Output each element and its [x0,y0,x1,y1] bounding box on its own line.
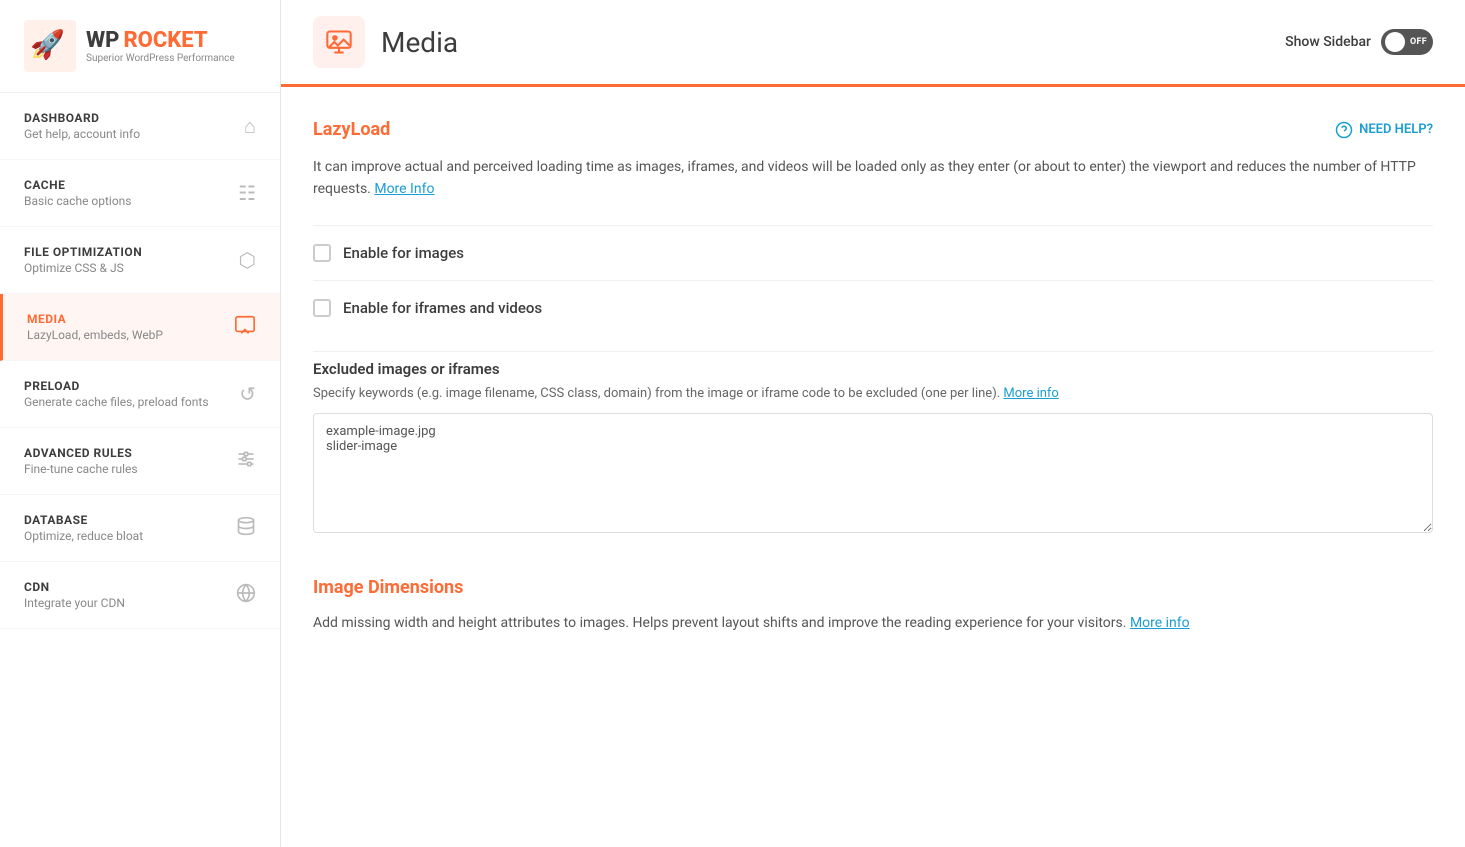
logo-text: WP ROCKET Superior WordPress Performance [86,28,235,64]
sidebar-toggle-label: Show Sidebar [1285,34,1371,50]
advanced-rules-icon [236,449,256,474]
enable-images-label: Enable for images [343,244,464,262]
sidebar-item-advanced-rules[interactable]: ADVANCED RULES Fine-tune cache rules [0,428,280,495]
sidebar-item-cache-title: CACHE [24,178,132,192]
sidebar-item-cache[interactable]: CACHE Basic cache options ☷ [0,160,280,227]
preload-icon: ↺ [239,382,256,406]
sidebar-item-database[interactable]: DATABASE Optimize, reduce bloat [0,495,280,562]
enable-iframes-label: Enable for iframes and videos [343,299,542,317]
enable-iframes-row: Enable for iframes and videos [313,280,1433,335]
toggle-off-label: OFF [1410,37,1427,47]
cdn-icon [236,583,256,608]
logo-wp: WP [86,28,119,53]
image-dimensions-more-info-link[interactable]: More info [1130,615,1190,631]
image-dimensions-section: Image Dimensions Add missing width and h… [313,577,1433,634]
lazyload-more-info-link[interactable]: More Info [374,181,434,197]
sidebar: 🚀 WP ROCKET Superior WordPress Performan… [0,0,281,847]
sidebar-item-preload-title: PRELOAD [24,379,209,393]
page-title: Media [381,26,458,59]
home-icon: ⌂ [244,114,256,139]
sidebar-item-media[interactable]: MEDIA LazyLoad, embeds, WebP [0,294,280,361]
sidebar-item-file-opt-subtitle: Optimize CSS & JS [24,261,142,275]
page-icon-box [313,16,365,68]
sidebar-item-dashboard-subtitle: Get help, account info [24,127,140,141]
need-help-label: NEED HELP? [1359,122,1433,137]
need-help-link[interactable]: NEED HELP? [1335,121,1433,139]
page-header: Media Show Sidebar OFF [281,0,1465,87]
sidebar-item-db-subtitle: Optimize, reduce bloat [24,529,143,543]
image-dimensions-description: Add missing width and height attributes … [313,612,1433,634]
excluded-textarea[interactable] [313,413,1433,533]
sidebar-item-db-title: DATABASE [24,513,143,527]
sidebar-item-adv-subtitle: Fine-tune cache rules [24,462,138,476]
sidebar-item-preload[interactable]: PRELOAD Generate cache files, preload fo… [0,361,280,428]
sidebar-item-adv-title: ADVANCED RULES [24,446,138,460]
sidebar-item-media-title: MEDIA [27,312,163,326]
main-content: Media Show Sidebar OFF LazyLoad NEED HEL… [281,0,1465,847]
lazyload-description: It can improve actual and perceived load… [313,156,1433,201]
sidebar-item-dashboard[interactable]: DASHBOARD Get help, account info ⌂ [0,93,280,160]
sidebar-item-file-optimization[interactable]: FILE OPTIMIZATION Optimize CSS & JS ⬡ [0,227,280,294]
logo-subtitle: Superior WordPress Performance [86,53,235,64]
lazyload-section-header: LazyLoad NEED HELP? [313,119,1433,140]
lazyload-title: LazyLoad [313,119,390,140]
sidebar-item-media-subtitle: LazyLoad, embeds, WebP [27,328,163,342]
content-area: LazyLoad NEED HELP? It can improve actua… [281,87,1465,847]
media-icon [234,314,256,341]
file-opt-icon: ⬡ [239,248,256,272]
excluded-description: Specify keywords (e.g. image filename, C… [313,384,1433,404]
sidebar-item-cdn[interactable]: CDN Integrate your CDN [0,562,280,629]
svg-text:🚀: 🚀 [30,28,65,61]
sidebar-item-cdn-subtitle: Integrate your CDN [24,596,125,610]
sidebar-nav: DASHBOARD Get help, account info ⌂ CACHE… [0,93,280,847]
database-icon [236,516,256,541]
cache-icon: ☷ [238,181,256,205]
help-icon [1335,121,1353,139]
sidebar-toggle-switch[interactable]: OFF [1381,29,1433,55]
sidebar-item-dashboard-title: DASHBOARD [24,111,140,125]
enable-images-checkbox[interactable] [313,244,331,262]
logo-area: 🚀 WP ROCKET Superior WordPress Performan… [0,0,280,93]
sidebar-item-file-opt-title: FILE OPTIMIZATION [24,245,142,259]
sidebar-item-cache-subtitle: Basic cache options [24,194,132,208]
page-title-area: Media [313,16,458,68]
excluded-title: Excluded images or iframes [313,351,1433,378]
enable-images-row: Enable for images [313,225,1433,280]
excluded-section: Excluded images or iframes Specify keywo… [313,351,1433,538]
logo-rocket: ROCKET [123,28,207,53]
excluded-more-info-link[interactable]: More info [1003,386,1058,401]
sidebar-item-cdn-title: CDN [24,580,125,594]
enable-iframes-checkbox[interactable] [313,299,331,317]
wp-rocket-logo-icon: 🚀 [24,20,76,72]
image-dimensions-title: Image Dimensions [313,577,463,598]
sidebar-toggle-area: Show Sidebar OFF [1285,29,1433,55]
toggle-knob [1385,32,1405,52]
sidebar-item-preload-subtitle: Generate cache files, preload fonts [24,395,209,409]
